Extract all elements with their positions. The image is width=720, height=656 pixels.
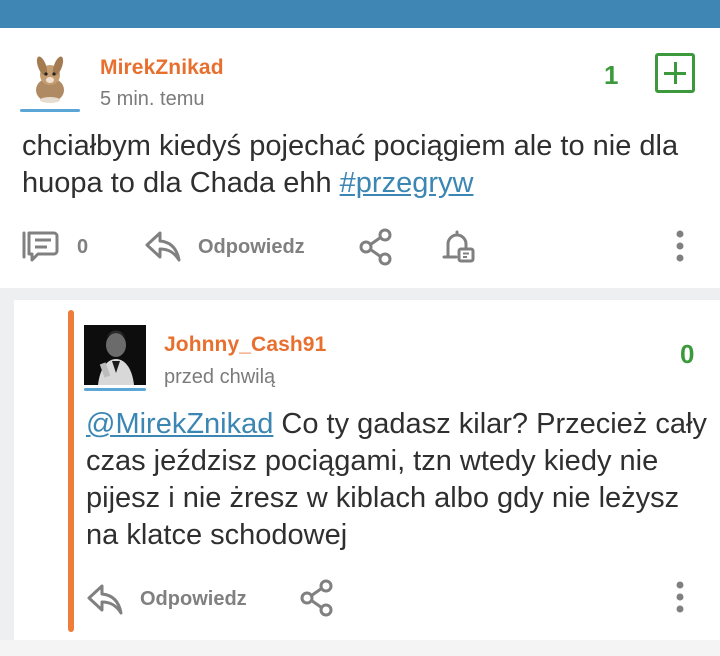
post-body: chciałbym kiedyś pojechać pociągiem ale … xyxy=(22,128,712,202)
mention-link[interactable]: @MirekZnikad xyxy=(86,408,273,440)
reply-body: @MirekZnikad Co ty gadasz kilar? Przecie… xyxy=(86,406,710,554)
reply-avatar[interactable] xyxy=(84,325,146,385)
reply-button[interactable]: Odpowiedz xyxy=(140,588,247,611)
post-timestamp: 5 min. temu xyxy=(100,88,205,110)
reply-arrow-icon[interactable] xyxy=(144,228,182,264)
reply-button[interactable]: Odpowiedz xyxy=(198,236,305,259)
reply-timestamp: przed chwilą xyxy=(164,366,276,388)
notification-bell-icon[interactable] xyxy=(440,228,476,266)
avatar-underline xyxy=(20,109,80,112)
bottom-spacer xyxy=(0,640,720,656)
reply-arrow-icon[interactable] xyxy=(86,581,124,617)
top-header-bar xyxy=(0,0,720,28)
post-author-username[interactable]: MirekZnikad xyxy=(100,56,224,80)
person-photo-avatar-image xyxy=(84,325,146,385)
avatar[interactable] xyxy=(22,50,78,106)
reply-score: 0 xyxy=(680,339,695,369)
comments-count[interactable]: 0 xyxy=(77,236,88,259)
rabbit-avatar-image xyxy=(22,50,78,106)
reply-author-username[interactable]: Johnny_Cash91 xyxy=(164,333,326,357)
reply-thread-bar xyxy=(68,310,74,632)
avatar-underline xyxy=(84,388,146,391)
comment-icon[interactable] xyxy=(20,229,60,263)
plus-box-icon[interactable] xyxy=(655,53,695,93)
post-score: 1 xyxy=(604,60,619,90)
share-icon[interactable] xyxy=(299,579,335,617)
more-vertical-icon[interactable] xyxy=(675,229,685,263)
share-icon[interactable] xyxy=(358,228,394,266)
hashtag-link[interactable]: #przegryw xyxy=(340,167,474,199)
more-vertical-icon[interactable] xyxy=(675,580,685,614)
